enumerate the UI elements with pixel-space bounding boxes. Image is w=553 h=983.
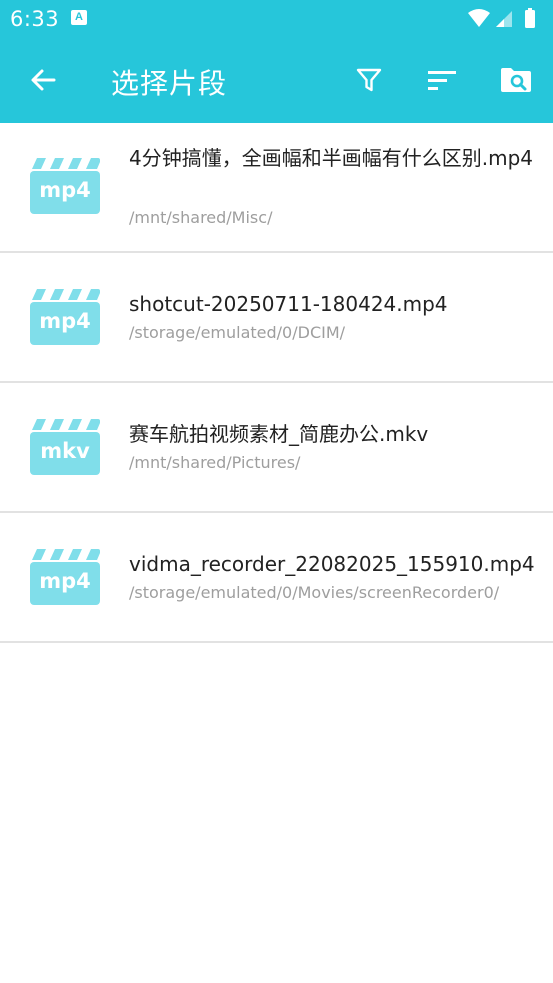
file-path: /storage/emulated/0/Movies/screenRecorde… bbox=[129, 583, 500, 602]
file-extension-label: mkv bbox=[40, 439, 90, 463]
file-name: 4分钟搞懂，全画幅和半画幅有什么区别.mp4 bbox=[129, 146, 533, 170]
file-name: vidma_recorder_22082025_155910.mp4 bbox=[129, 552, 535, 576]
filter-button[interactable] bbox=[347, 58, 391, 102]
file-list-item[interactable]: mp4 vidma_recorder_22082025_155910.mp4 /… bbox=[0, 513, 553, 643]
file-path: /storage/emulated/0/DCIM/ bbox=[129, 323, 346, 342]
video-file-thumbnail: mp4 bbox=[30, 549, 100, 605]
file-extension-label: mp4 bbox=[39, 178, 91, 202]
video-file-thumbnail: mp4 bbox=[30, 289, 100, 345]
back-button[interactable] bbox=[21, 58, 65, 102]
filter-icon bbox=[356, 68, 382, 92]
status-time: 6:33 bbox=[10, 7, 60, 31]
file-list-item[interactable]: mkv 赛车航拍视频素材_简鹿办公.mkv /mnt/shared/Pictur… bbox=[0, 383, 553, 513]
file-name: 赛车航拍视频素材_简鹿办公.mkv bbox=[129, 422, 429, 446]
notification-icon: A bbox=[71, 10, 87, 25]
back-arrow-icon bbox=[31, 69, 56, 91]
video-file-thumbnail: mp4 bbox=[30, 158, 100, 214]
file-path: /mnt/shared/Misc/ bbox=[129, 208, 273, 227]
page-title: 选择片段 bbox=[111, 67, 228, 100]
folder-search-button[interactable] bbox=[494, 58, 538, 102]
file-path: /mnt/shared/Pictures/ bbox=[129, 453, 301, 472]
file-list-item[interactable]: mp4 shotcut-20250711-180424.mp4 /storage… bbox=[0, 253, 553, 383]
video-file-thumbnail: mkv bbox=[30, 419, 100, 475]
wifi-icon bbox=[468, 9, 490, 27]
file-extension-label: mp4 bbox=[39, 569, 91, 593]
app-bar: 选择片段 bbox=[0, 38, 553, 123]
sort-button[interactable] bbox=[420, 58, 464, 102]
file-list: mp4 4分钟搞懂，全画幅和半画幅有什么区别.mp4 /mnt/shared/M… bbox=[0, 123, 553, 643]
file-name: shotcut-20250711-180424.mp4 bbox=[129, 292, 448, 316]
file-extension-label: mp4 bbox=[39, 309, 91, 333]
system-icons bbox=[468, 8, 544, 35]
file-list-item[interactable]: mp4 4分钟搞懂，全画幅和半画幅有什么区别.mp4 /mnt/shared/M… bbox=[0, 123, 553, 253]
folder-search-icon bbox=[501, 68, 531, 92]
status-bar: 6:33 A bbox=[0, 0, 553, 38]
sort-icon bbox=[428, 71, 456, 90]
battery-icon bbox=[525, 8, 535, 28]
cell-signal-icon bbox=[496, 11, 512, 27]
top-bar: 6:33 A 选择片段 bbox=[0, 0, 553, 123]
